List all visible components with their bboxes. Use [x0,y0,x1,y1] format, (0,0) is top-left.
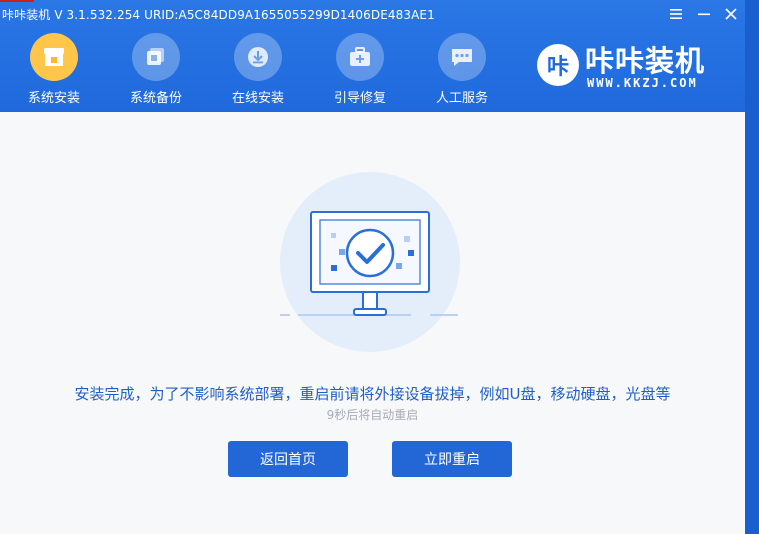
title-accent-mark [0,0,34,2]
brand-logo: 咔 [537,44,579,86]
nav-label: 人工服务 [435,91,488,106]
nav-item-system-install[interactable]: 系统安装 [14,30,94,110]
menu-icon[interactable] [666,4,686,24]
brand-name: 咔咔装机 [585,44,706,78]
restart-countdown: 9秒后将自动重启 [326,408,419,422]
nav-label: 系统备份 [129,91,182,106]
brand-logo-area: 咔 咔咔装机 WWW.KKZJ.COM [537,38,727,98]
install-complete-message: 安装完成，为了不影响系统部署，重启前请将外接设备拔掉，例如U盘，移动硬盘，光盘等 [74,385,671,403]
nav-label: 引导修复 [333,91,386,106]
window-title: 咔咔装机 V 3.1.532.254 URID:A5C84DD9A1655055… [2,8,435,22]
restart-now-button[interactable]: 立即重启 [392,441,512,477]
nav-item-online-install[interactable]: 在线安装 [218,30,298,110]
main-content: 安装完成，为了不影响系统部署，重启前请将外接设备拔掉，例如U盘，移动硬盘，光盘等… [0,112,745,534]
header-bar: 咔咔装机 V 3.1.532.254 URID:A5C84DD9A1655055… [0,0,745,112]
system-backup-icon [132,33,180,81]
close-icon[interactable] [721,4,741,24]
chat-service-icon [438,33,486,81]
online-install-icon [234,33,282,81]
nav-item-system-backup[interactable]: 系统备份 [116,30,196,110]
system-install-icon [30,33,78,81]
install-complete-illustration [280,172,460,352]
minimize-icon[interactable] [694,4,714,24]
main-nav: 系统安装 系统备份 在线安装 引导修复 人工服务 [0,30,520,110]
brand-url: WWW.KKZJ.COM [587,76,698,90]
app-window: 咔咔装机 V 3.1.532.254 URID:A5C84DD9A1655055… [0,0,745,534]
nav-label: 在线安装 [231,91,284,106]
nav-label: 系统安装 [27,91,80,106]
boot-repair-icon [336,33,384,81]
nav-item-boot-repair[interactable]: 引导修复 [320,30,400,110]
nav-item-chat-service[interactable]: 人工服务 [422,30,502,110]
back-home-button[interactable]: 返回首页 [228,441,348,477]
